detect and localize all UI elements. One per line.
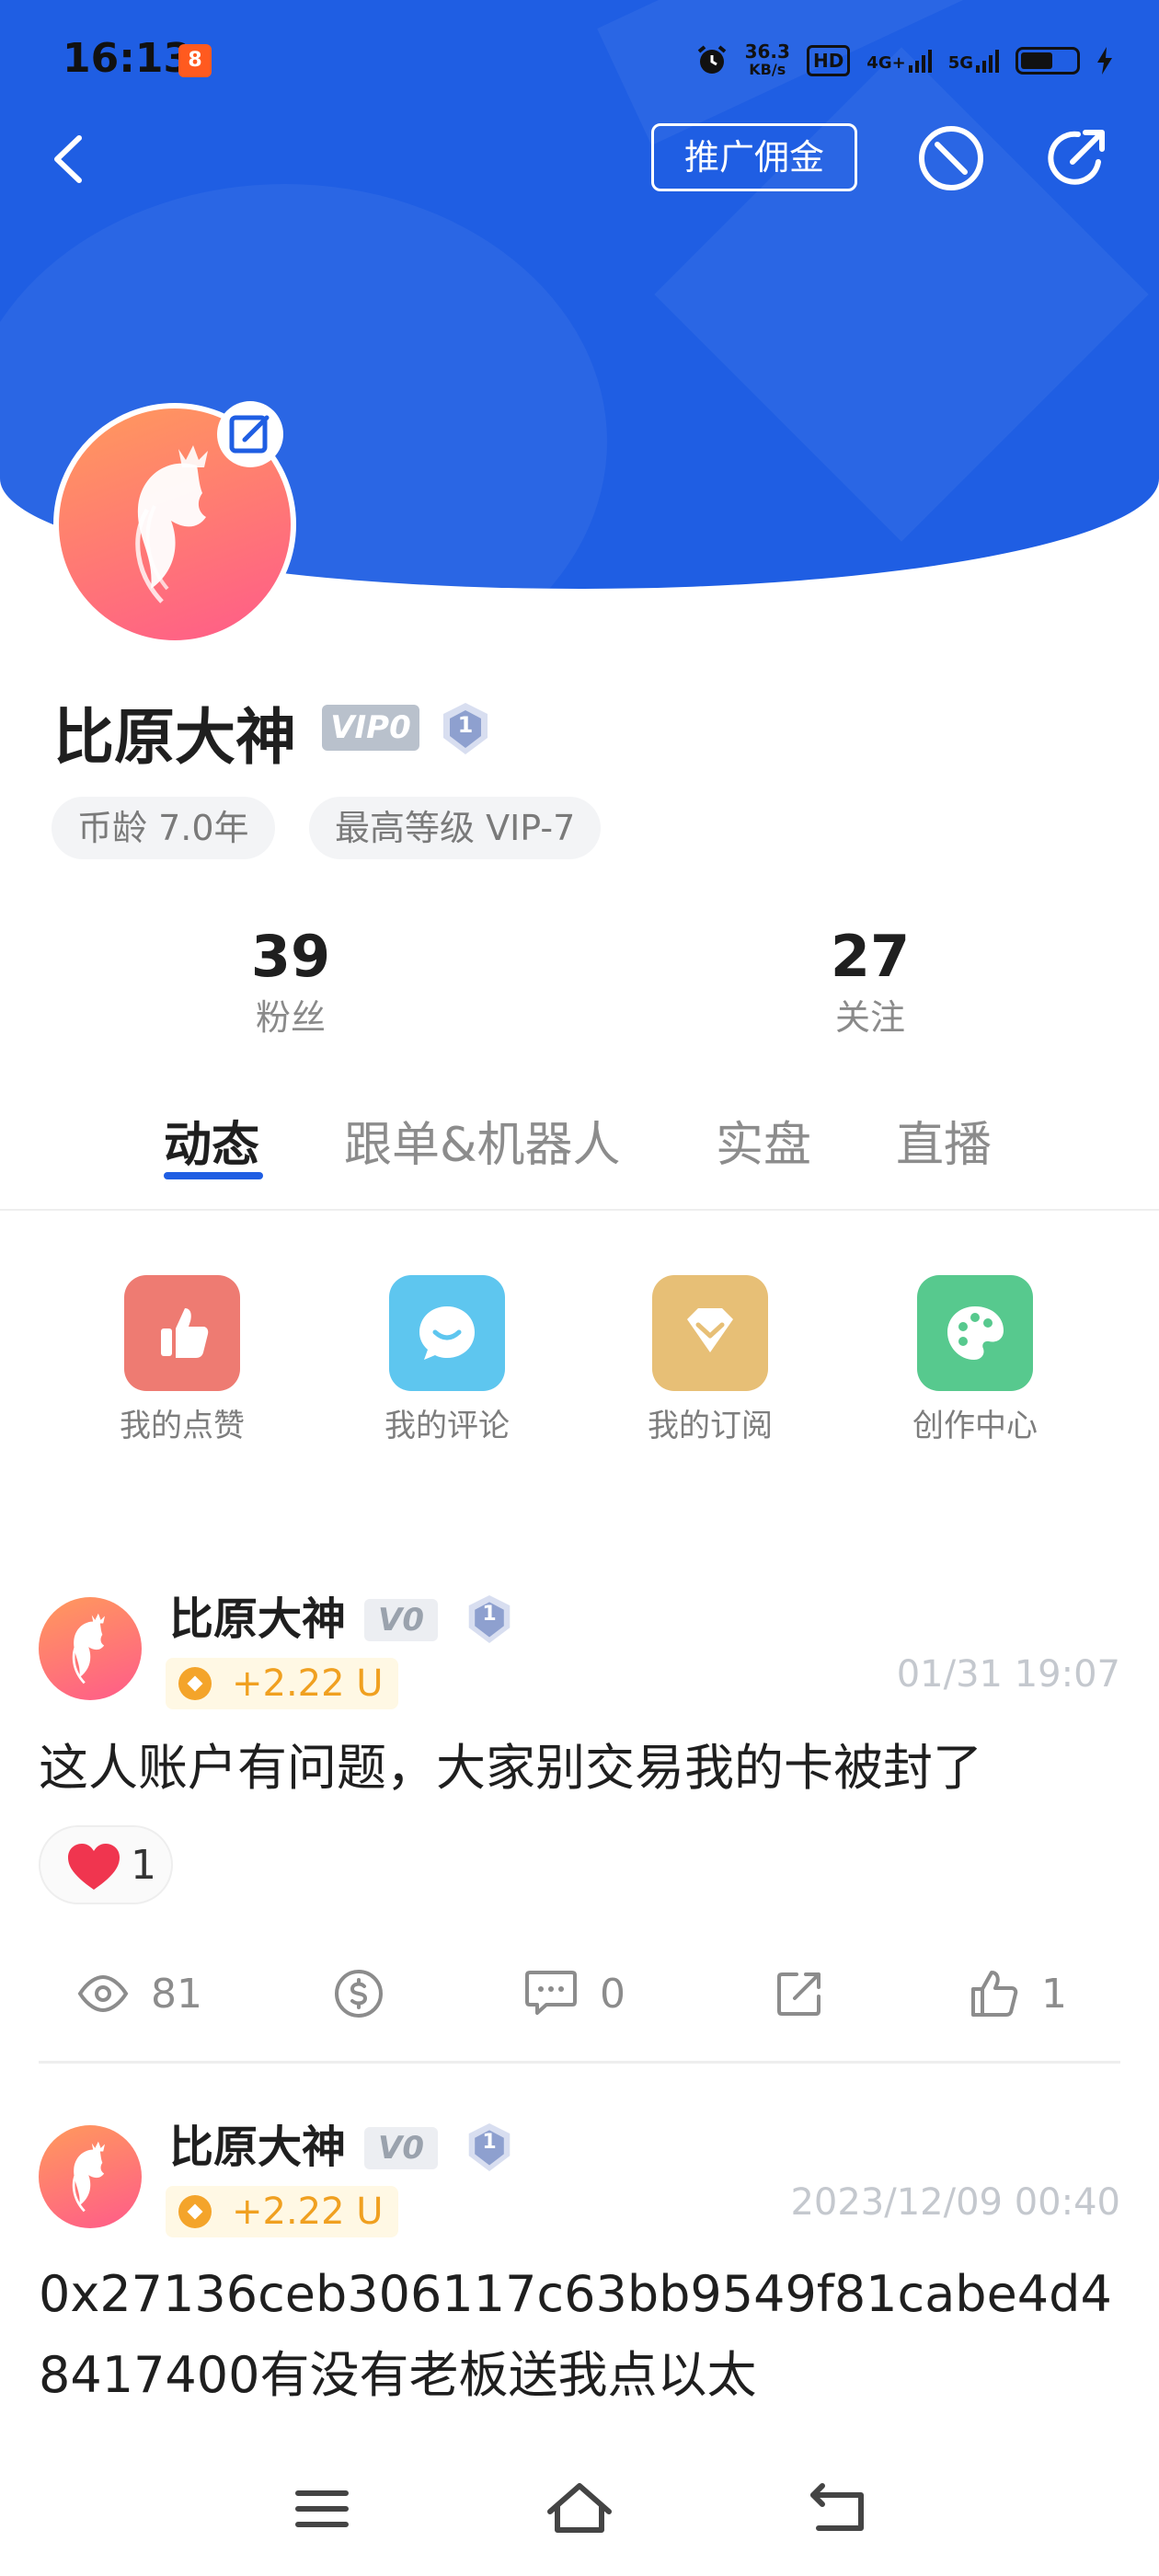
post-level-badge: 1 [465, 1593, 513, 1645]
my-likes-label: 我的点赞 [120, 1408, 245, 1444]
thumbs-up-icon [124, 1275, 240, 1391]
promotion-commission-button[interactable]: 推广佣金 [651, 123, 857, 191]
status-time: 16:13 [63, 35, 192, 82]
creator-center-button[interactable]: 创作中心 [883, 1275, 1067, 1446]
reaction-chip[interactable]: 1 [39, 1825, 173, 1904]
post-timestamp: 2023/12/09 00:40 [790, 2181, 1120, 2224]
views-stat: 81 [77, 1954, 202, 2033]
coin-icon [178, 2195, 212, 2228]
coin-age-tag: 币龄 7.0年 [52, 797, 275, 859]
active-tab-indicator [164, 1172, 263, 1179]
tab-live-trading[interactable]: 实盘 [716, 1104, 811, 1187]
home-button[interactable] [543, 2477, 616, 2541]
battery-icon [1016, 47, 1080, 75]
app-notification-icon: 8 [178, 44, 212, 77]
share-button[interactable] [1041, 123, 1111, 193]
share-icon [1048, 130, 1105, 185]
alarm-icon [697, 45, 726, 74]
comment-count: 0 [600, 1970, 625, 2018]
my-subscriptions-label: 我的订阅 [648, 1408, 773, 1444]
views-count: 81 [151, 1970, 202, 2018]
palette-icon [917, 1275, 1033, 1391]
back-arrow-icon [810, 2483, 864, 2531]
block-button[interactable] [916, 123, 986, 193]
post-author-avatar[interactable] [39, 2125, 142, 2228]
menu-icon [295, 2490, 349, 2527]
profile-username: 比原大神 [53, 702, 296, 773]
coin-icon [178, 1667, 212, 1700]
tip-button[interactable] [333, 1954, 384, 2033]
heart-icon [68, 1844, 120, 1890]
following-label: 关注 [834, 997, 905, 1038]
following-stat[interactable]: 27 关注 [760, 920, 981, 1041]
post-divider [39, 2061, 1120, 2064]
my-comments-button[interactable]: 我的评论 [355, 1275, 539, 1446]
comment-icon [389, 1275, 505, 1391]
followers-stat[interactable]: 39 粉丝 [180, 920, 401, 1041]
tab-copy-trading-bots[interactable]: 跟单&机器人 [344, 1104, 621, 1187]
like-button[interactable]: 1 [970, 1954, 1067, 2033]
hd-icon: HD [806, 45, 851, 76]
reaction-count: 1 [131, 1842, 156, 1889]
post-timestamp: 01/31 19:07 [896, 1653, 1120, 1696]
eye-icon [77, 1975, 129, 2012]
share-post-button[interactable] [775, 1954, 824, 2033]
post-content[interactable]: 0x27136ceb306117c63bb9549f81cabe4d484174… [39, 2254, 1124, 2416]
comment-button[interactable]: 0 [524, 1954, 625, 2033]
post-level-badge: 1 [465, 2122, 513, 2173]
highest-level-tag: 最高等级 VIP-7 [309, 797, 602, 859]
avatar-woman-silhouette-icon [72, 2141, 105, 2213]
recent-apps-button[interactable] [285, 2477, 359, 2541]
status-bar: 16:13 8 36.3 KB/s HD 4G+ 5G [0, 0, 1159, 120]
home-icon [547, 2483, 612, 2533]
signal-sim1-icon: 4G+ [866, 49, 932, 73]
post-content[interactable]: 这人账户有问题，大家别交易我的卡被封了 [39, 1728, 1124, 1809]
back-nav-button[interactable] [800, 2477, 874, 2541]
followers-count: 39 [250, 923, 331, 990]
coin-tip-icon [335, 1970, 383, 2018]
post-coin-reward: +2.22 U [166, 1658, 398, 1709]
edit-profile-button[interactable] [217, 401, 283, 467]
like-count: 1 [1041, 1970, 1067, 2018]
block-icon [919, 126, 983, 190]
diamond-icon [652, 1275, 768, 1391]
chevron-left-icon [54, 135, 82, 183]
thumbs-up-icon [971, 1971, 1018, 2017]
tab-live-stream[interactable]: 直播 [896, 1104, 992, 1187]
profile-tabs: 动态 跟单&机器人 实盘 直播 [0, 1104, 1159, 1211]
creator-center-label: 创作中心 [912, 1408, 1038, 1444]
back-button[interactable] [40, 127, 96, 191]
net-speed: 36.3 KB/s [744, 40, 790, 78]
post-coin-reward: +2.22 U [166, 2186, 398, 2237]
system-navigation-bar [0, 2438, 1159, 2576]
post-author-name[interactable]: 比原大神 [169, 1590, 346, 1649]
my-subscriptions-button[interactable]: 我的订阅 [618, 1275, 802, 1446]
signal-sim2-icon: 5G [948, 49, 999, 73]
post-vip-badge: V0 [364, 1599, 438, 1641]
post-actions-bar: 81 0 1 [0, 1954, 1159, 2033]
level-badge: 1 [440, 701, 491, 756]
post-vip-badge: V0 [364, 2127, 438, 2169]
followers-label: 粉丝 [255, 997, 326, 1038]
charging-icon [1097, 47, 1112, 75]
post-author-name[interactable]: 比原大神 [169, 2118, 346, 2177]
edit-icon [229, 415, 270, 454]
vip-badge: VIP0 [322, 705, 419, 751]
following-count: 27 [830, 923, 911, 990]
comment-icon [525, 1971, 577, 2015]
share-icon [777, 1972, 820, 2016]
my-comments-label: 我的评论 [384, 1408, 510, 1444]
avatar-woman-silhouette-icon [72, 1613, 105, 1685]
post-author-avatar[interactable] [39, 1597, 142, 1700]
my-likes-button[interactable]: 我的点赞 [90, 1275, 274, 1446]
